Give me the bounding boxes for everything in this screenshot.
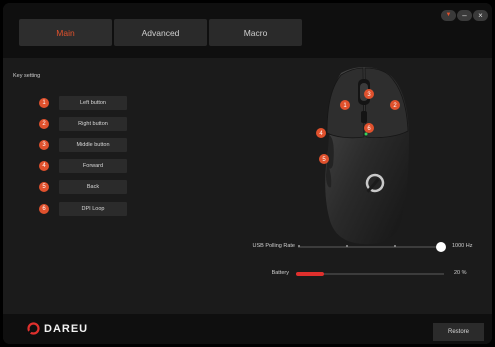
- mouse-illustration: 1 2 3 4 5 6: [316, 67, 409, 245]
- left-button-key[interactable]: Left button: [59, 96, 127, 110]
- right-button-key[interactable]: Right button: [59, 117, 127, 131]
- slider-tick: [346, 245, 348, 247]
- slider-tick: [394, 245, 396, 247]
- tab-macro[interactable]: Macro: [209, 19, 302, 46]
- down-triangle-icon[interactable]: ▼: [441, 10, 456, 21]
- footer-bar: DAREU Restore: [3, 314, 492, 344]
- key-number-badge: 3: [39, 140, 49, 150]
- minimize-button[interactable]: –: [457, 10, 472, 21]
- slider-tick: [298, 245, 300, 247]
- dpi-button: [361, 111, 367, 123]
- key-row-middle-button: 3 Middle button: [39, 138, 127, 152]
- key-number-badge: 2: [39, 119, 49, 129]
- key-number-badge: 4: [39, 161, 49, 171]
- key-row-back: 5 Back: [39, 180, 127, 194]
- key-setting-title: Key setting: [13, 73, 41, 79]
- battery-label: Battery: [271, 270, 289, 276]
- battery-value: 20 %: [454, 270, 467, 276]
- back-key[interactable]: Back: [59, 180, 127, 194]
- tab-main[interactable]: Main: [19, 19, 112, 46]
- tab-advanced[interactable]: Advanced: [114, 19, 207, 46]
- polling-rate-slider-handle[interactable]: [436, 242, 446, 252]
- brand-logo: DAREU: [26, 322, 88, 336]
- battery-bar-fill: [296, 272, 325, 276]
- key-number-badge: 6: [39, 204, 49, 214]
- polling-rate-label: USB Polling Rate: [252, 243, 296, 249]
- brand-name: DAREU: [44, 323, 89, 335]
- polling-rate-value: 1000 Hz: [452, 243, 473, 249]
- restore-button[interactable]: Restore: [433, 323, 484, 341]
- polling-rate-slider[interactable]: [298, 242, 446, 252]
- key-row-dpi-loop: 6 DPI Loop: [39, 202, 127, 216]
- key-row-right-button: 2 Right button: [39, 117, 127, 131]
- middle-button-key[interactable]: Middle button: [59, 138, 127, 152]
- close-button[interactable]: ×: [473, 10, 488, 21]
- key-number-badge: 1: [39, 98, 49, 108]
- status-led: [364, 132, 368, 136]
- top-bar: Main Advanced Macro ▼ – ×: [3, 3, 492, 58]
- dpi-loop-key[interactable]: DPI Loop: [59, 202, 127, 216]
- key-row-left-button: 1 Left button: [39, 96, 127, 110]
- dareu-brand-icon: [26, 322, 40, 336]
- app-window: Main Advanced Macro ▼ – × Key setting 1 …: [3, 3, 492, 344]
- key-number-badge: 5: [39, 182, 49, 192]
- battery-bar: [296, 272, 444, 276]
- key-row-forward: 4 Forward: [39, 159, 127, 173]
- forward-key[interactable]: Forward: [59, 159, 127, 173]
